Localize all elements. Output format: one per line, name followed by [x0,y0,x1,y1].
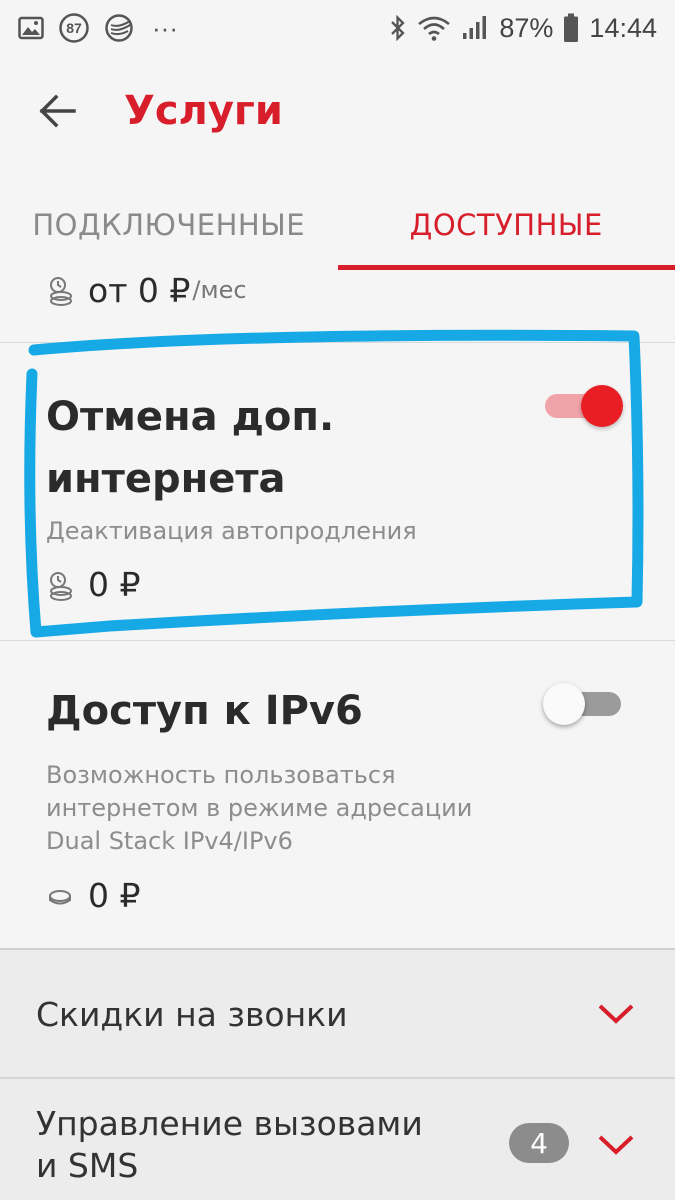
service-price: 0 ₽ [46,876,140,915]
app-bar: Услуги [0,56,675,166]
section-label-line2: и SMS [36,1146,139,1185]
service-ipv6-access[interactable]: Доступ к IPv6 Возможность пользоваться и… [0,641,675,948]
partial-item-price-value: от 0 ₽ [88,270,191,310]
service-price: 0 ₽ [46,565,140,604]
section-label: Скидки на звонки [36,995,348,1034]
status-bar: 87 ··· 87% 14:44 [0,0,675,56]
more-notifications: ··· [152,12,178,43]
service-title-line2: интернета [46,456,286,502]
service-cancel-extra-internet[interactable]: Отмена доп. интернета Деактивация автопр… [0,343,675,640]
service-description: Деактивация автопродления [46,517,417,545]
arrow-back-icon [38,94,76,128]
chevron-down-icon [596,1133,636,1157]
bluetooth-icon [389,14,407,42]
service-title: Отмена доп. интернета [46,389,334,507]
chevron-down-icon [596,1002,636,1026]
service-description-line2: интернетом в режиме адресации [46,794,473,822]
section-label: Управление вызовами и SMS [36,1101,423,1189]
status-bar-right: 87% 14:44 [389,13,657,44]
page-title: Услуги [124,88,283,134]
tab-connected[interactable]: ПОДКЛЮЧЕННЫЕ [0,180,338,270]
notification-badge-count: 87 [66,20,82,36]
back-button[interactable] [0,56,110,166]
gallery-icon [18,16,44,40]
section-call-discounts[interactable]: Скидки на звонки [0,950,675,1077]
service-title: Доступ к IPv6 [46,688,363,734]
count-badge: 4 [509,1123,569,1163]
service-description-line1: Возможность пользоваться [46,761,396,789]
section-label-line1: Управление вызовами [36,1104,423,1143]
coin-stack-icon [46,571,74,601]
partial-item-price: от 0 ₽ /мес [46,270,247,310]
clock: 14:44 [589,12,657,43]
screen: 87 ··· 87% 14:44 Услуги ПОДКЛЮЧЕННЫЕ ДОС… [0,0,675,1200]
toggle-thumb [543,683,585,725]
signal-icon [461,15,489,41]
tab-bar: ПОДКЛЮЧЕННЫЕ ДОСТУПНЫЕ [0,180,675,270]
service-toggle[interactable] [545,385,623,427]
status-bar-left: 87 ··· [18,12,178,44]
services-list: от 0 ₽ /мес Отмена доп. интернета Деакти… [0,270,675,1200]
battery-percent: 87% [499,12,554,43]
wifi-icon [417,14,451,42]
coin-stack-icon [46,276,74,306]
sber-icon [104,13,134,43]
service-price-value: 0 ₽ [88,565,141,604]
toggle-thumb [581,385,623,427]
partial-item-price-unit: /мес [192,276,247,304]
service-title-line1: Отмена доп. [46,394,335,440]
service-toggle[interactable] [543,683,621,725]
badge-icon: 87 [58,12,90,44]
coin-icon [46,882,74,910]
service-description: Возможность пользоваться интернетом в ре… [46,759,472,858]
service-price-value: 0 ₽ [88,876,141,915]
battery-icon [563,13,579,43]
tab-available[interactable]: ДОСТУПНЫЕ [337,180,675,270]
service-description-line3: Dual Stack IPv4/IPv6 [46,827,293,855]
section-call-sms-management[interactable]: Управление вызовами и SMS 4 [0,1079,675,1200]
